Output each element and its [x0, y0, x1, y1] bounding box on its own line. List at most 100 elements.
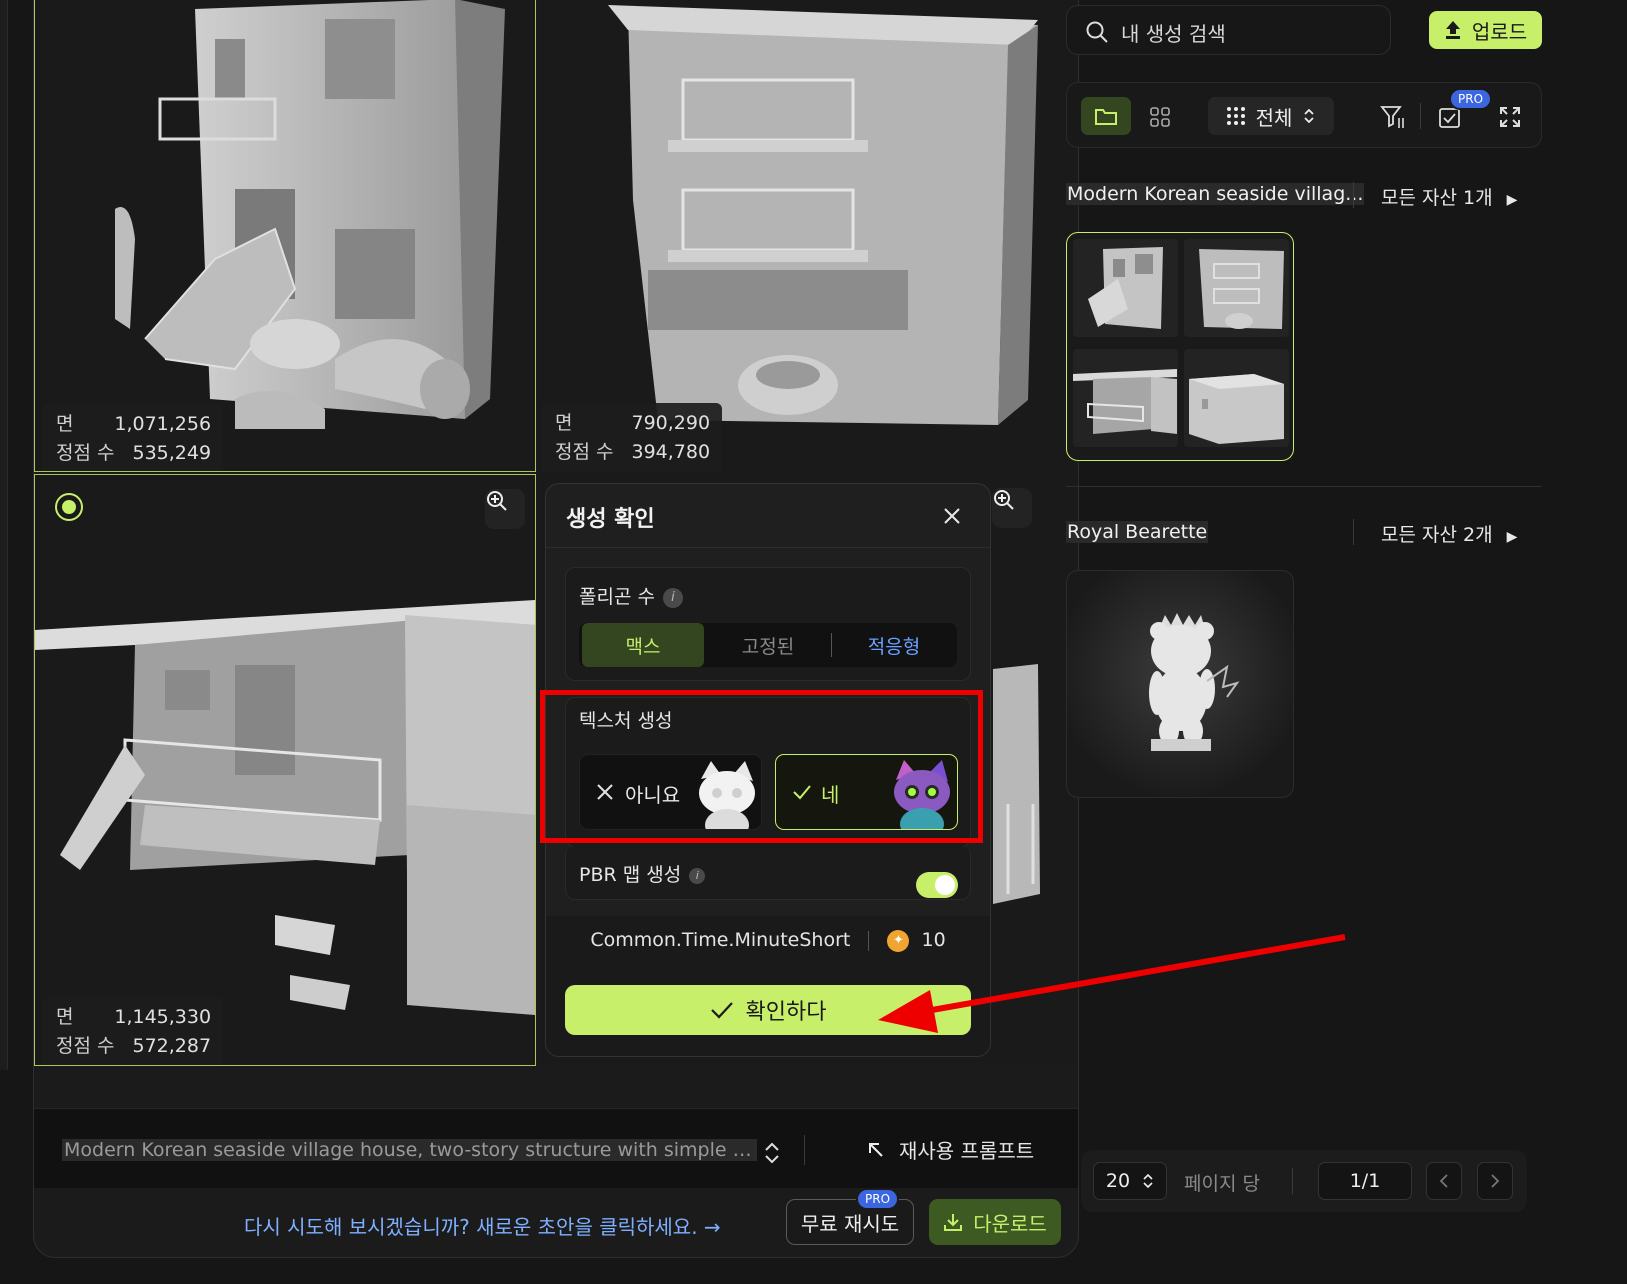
per-page-select[interactable]: 20 [1093, 1162, 1167, 1200]
pbr-panel: PBR 맵 생성 i [565, 846, 971, 900]
upload-label: 업로드 [1471, 19, 1528, 44]
download-button[interactable]: 다운로드 [929, 1199, 1061, 1245]
annotation-arrow [878, 934, 1346, 1033]
group-thumbnail-grid[interactable] [1066, 232, 1294, 461]
polygon-count-text: 폴리곤 수 [579, 586, 655, 608]
model-card-2[interactable]: 면 790,290 정점 수 394,780 [538, 0, 1078, 472]
reuse-prompt-button[interactable]: 재사용 프롬프트 [867, 1135, 1034, 1164]
house-render-3 [35, 600, 535, 1015]
pbr-label: PBR 맵 생성 i [579, 860, 706, 887]
group-count-text: 모든 자산 1개 [1381, 187, 1493, 209]
model-card-1[interactable]: 면 1,071,256 정점 수 535,249 [34, 0, 536, 472]
upload-icon [1445, 21, 1460, 39]
faces-value: 1,145,330 [114, 1006, 212, 1028]
vertices-label: 정점 수 [56, 442, 115, 464]
filter-all-dropdown[interactable]: 전체 [1208, 97, 1334, 135]
bear-thumbnail[interactable] [1066, 570, 1294, 798]
faces-value: 790,290 [631, 412, 711, 434]
chevron-right-icon [1491, 1174, 1500, 1188]
reuse-prompt-label: 재사용 프롬프트 [899, 1139, 1035, 1163]
vertices-value: 535,249 [132, 442, 212, 464]
thumbnail [1184, 349, 1289, 447]
polygon-option-max[interactable]: 맥스 [582, 623, 704, 667]
folder-icon [1095, 109, 1117, 125]
prompt-text[interactable]: Modern Korean seaside village house, two… [62, 1139, 757, 1161]
search-box[interactable]: 내 생성 검색 [1066, 5, 1391, 55]
grid-icon[interactable] [1149, 106, 1171, 128]
dialog-title: 생성 확인 [566, 507, 655, 532]
segment-divider [831, 633, 832, 657]
vertices-label: 정점 수 [555, 441, 614, 463]
pbr-text: PBR 맵 생성 [579, 864, 682, 886]
zoom-button[interactable] [485, 489, 525, 529]
upload-button[interactable]: 업로드 [1429, 11, 1542, 49]
polygon-option-adaptive[interactable]: 적응형 [833, 623, 955, 667]
polygon-option-fixed[interactable]: 고정된 [707, 623, 829, 667]
prompt-bar: Modern Korean seaside village house, two… [34, 1108, 1078, 1188]
faces-label: 면 [555, 412, 573, 434]
page-value: 1/1 [1349, 1170, 1381, 1192]
close-icon[interactable] [938, 502, 966, 530]
thumbnail [1184, 239, 1289, 337]
select-radio[interactable] [55, 493, 83, 521]
zoom-button[interactable] [992, 488, 1032, 528]
sidebar-toolbar: 전체 PRO [1066, 82, 1542, 148]
download-icon [944, 1214, 963, 1231]
caret-right-icon: ▶ [1506, 529, 1518, 545]
prev-page-button[interactable] [1426, 1162, 1462, 1200]
vertices-label: 정점 수 [56, 1035, 115, 1057]
retry-link[interactable]: 다시 시도해 보시겠습니까? 새로운 초안을 클릭하세요. → [244, 1211, 721, 1240]
fullscreen-icon[interactable] [1498, 105, 1522, 129]
model-card-3[interactable]: 면 1,145,330 정점 수 572,287 [34, 474, 536, 1066]
group-title[interactable]: Royal Bearette [1066, 521, 1209, 543]
group-count-text: 모든 자산 2개 [1381, 524, 1493, 546]
folder-view-button[interactable] [1081, 97, 1131, 135]
vertices-value: 394,780 [631, 441, 711, 463]
info-icon[interactable]: i [662, 587, 683, 608]
pbr-toggle[interactable] [916, 872, 958, 898]
group-title[interactable]: Modern Korean seaside villag... [1066, 183, 1365, 205]
filter-sort-icon[interactable] [1380, 104, 1406, 130]
divider [1353, 519, 1354, 545]
vertices-value: 572,287 [132, 1035, 212, 1057]
mesh-stats-3: 면 1,145,330 정점 수 572,287 [42, 997, 224, 1065]
expand-updown-icon[interactable] [762, 1141, 782, 1165]
page-indicator[interactable]: 1/1 [1318, 1162, 1412, 1200]
polygon-count-label: 폴리곤 수 i [579, 582, 683, 609]
zoom-in-icon [994, 490, 1014, 510]
group-asset-count[interactable]: 모든 자산 1개 ▶ [1381, 183, 1517, 210]
highlight-box [540, 690, 983, 843]
house-render-2 [608, 5, 1038, 425]
info-icon[interactable]: i [689, 867, 706, 884]
arrow-up-left-icon [869, 1142, 883, 1157]
mesh-stats-2: 면 790,290 정점 수 394,780 [541, 403, 723, 472]
pro-badge: PRO [1449, 88, 1493, 110]
faces-label: 면 [56, 1006, 74, 1028]
gallery-footer: 다시 시도해 보시겠습니까? 새로운 초안을 클릭하세요. → 무료 재시도 P… [34, 1188, 1078, 1257]
check-icon [710, 1002, 733, 1019]
left-edge-panel [0, 0, 8, 1070]
polygon-count-segmented: 맥스 고정된 적응형 [579, 623, 957, 667]
per-page-value: 20 [1105, 1170, 1131, 1192]
search-icon [1086, 21, 1108, 43]
confirm-label: 확인하다 [745, 1000, 827, 1025]
free-retry-label: 무료 재시도 [800, 1211, 900, 1236]
caret-right-icon: ▶ [1506, 192, 1518, 208]
search-placeholder: 내 생성 검색 [1121, 22, 1226, 46]
next-page-button[interactable] [1477, 1162, 1513, 1200]
faces-value: 1,071,256 [114, 413, 212, 435]
dots-grid-icon [1226, 107, 1245, 125]
chevron-updown-icon [1304, 108, 1315, 124]
thumbnail [1073, 239, 1178, 337]
divider [804, 1135, 805, 1165]
polygon-count-panel: 폴리곤 수 i 맥스 고정된 적응형 [565, 567, 971, 681]
bear-render [1149, 613, 1240, 751]
house-render-1 [115, 0, 505, 429]
divider [1353, 182, 1354, 208]
dialog-header: 생성 확인 [546, 484, 990, 548]
group-asset-count[interactable]: 모든 자산 2개 ▶ [1381, 520, 1517, 547]
divider [1292, 1168, 1293, 1194]
divider [1420, 103, 1421, 129]
filter-all-label: 전체 [1255, 105, 1293, 130]
per-page-label: 페이지 당 [1184, 1173, 1260, 1195]
